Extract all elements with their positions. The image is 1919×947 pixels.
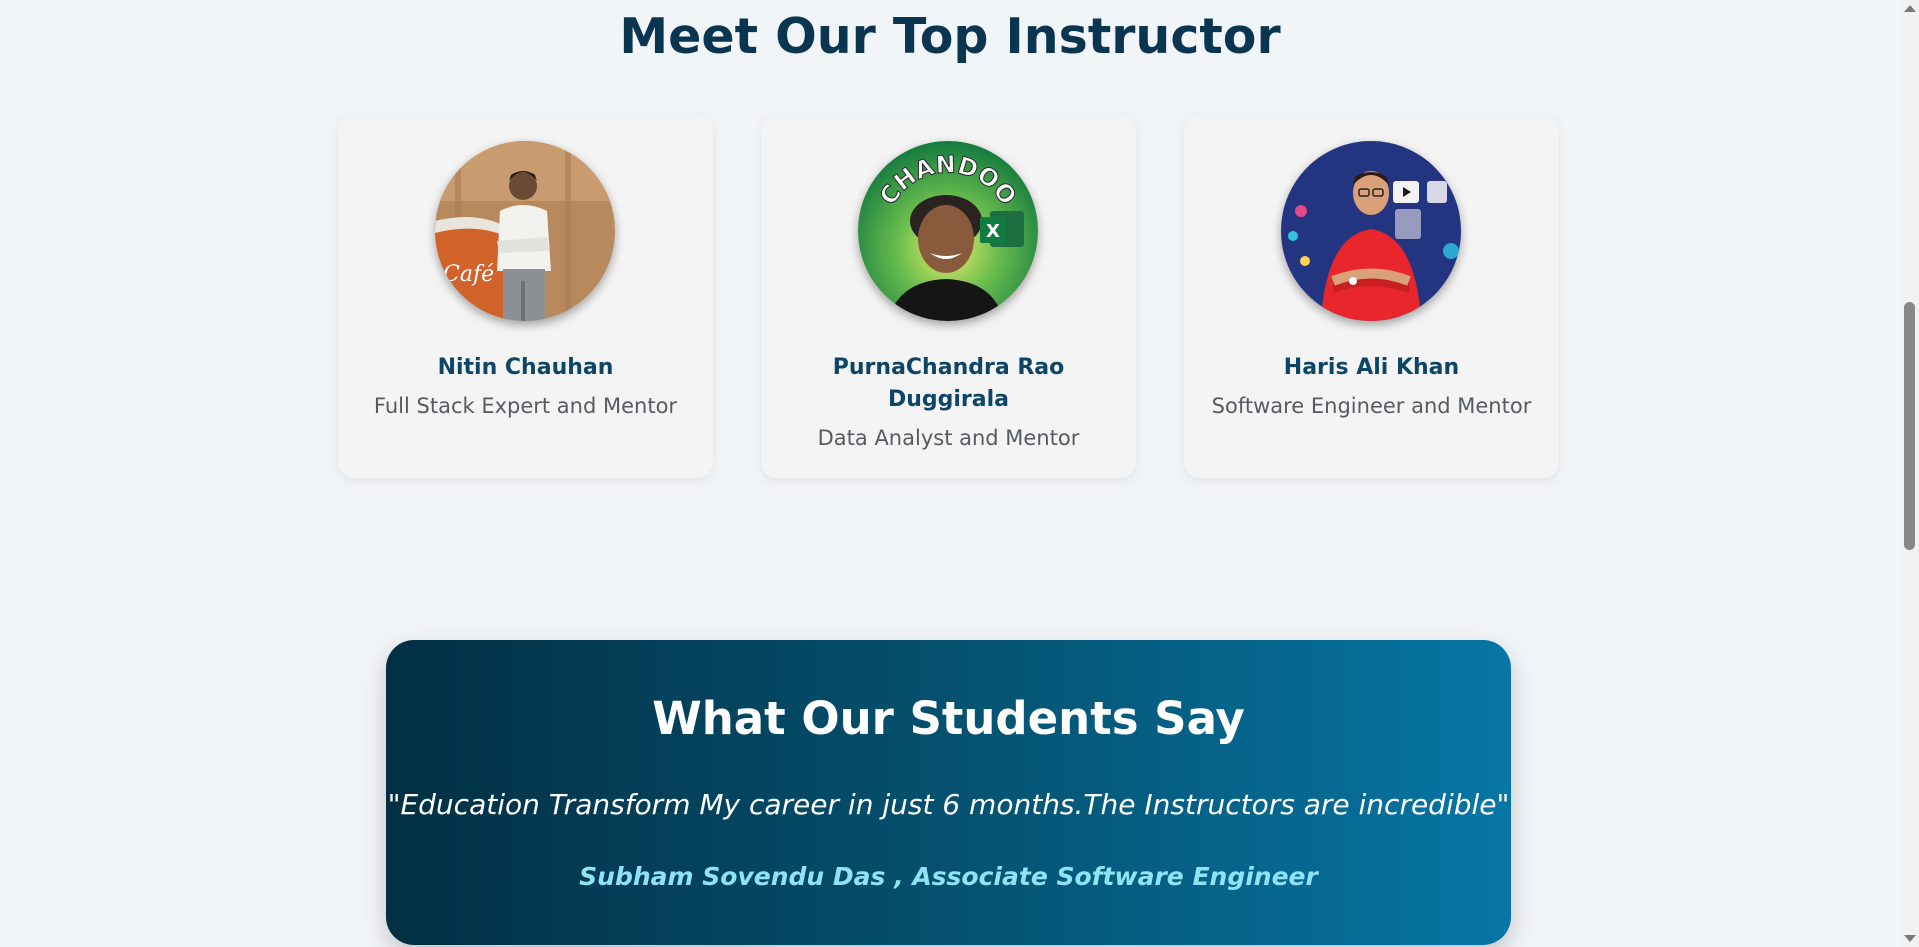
scrollbar-thumb[interactable] <box>1904 302 1915 550</box>
instructor-card: Café Nitin Chauhan Full Stack Expert and… <box>338 115 713 478</box>
testimonial-quote: "Education Transform My career in just 6… <box>387 788 1510 821</box>
svg-text:Café: Café <box>443 262 494 287</box>
instructors-section-title: Meet Our Top Instructor <box>619 8 1281 65</box>
scroll-up-arrow-icon[interactable] <box>1904 5 1916 12</box>
page: Meet Our Top Instructor Café Nitin Chauh… <box>0 0 1900 947</box>
instructor-role: Full Stack Expert and Mentor <box>373 394 678 418</box>
scroll-down-arrow-icon[interactable] <box>1904 935 1916 942</box>
instructor-photo: CHANDOO X <box>858 141 1038 321</box>
instructor-photo: Café <box>435 141 615 321</box>
instructor-role: Software Engineer and Mentor <box>1211 394 1532 418</box>
instructor-role: Data Analyst and Mentor <box>817 426 1080 450</box>
instructor-cards: Café Nitin Chauhan Full Stack Expert and… <box>338 115 1561 478</box>
instructor-name: Haris Ali Khan <box>1283 355 1460 380</box>
vertical-scrollbar[interactable] <box>1900 0 1919 947</box>
instructor-card: Haris Ali Khan Software Engineer and Men… <box>1184 115 1559 478</box>
testimonial-card: What Our Students Say "Education Transfo… <box>386 640 1511 945</box>
instructor-name: PurnaChandra Rao Duggirala <box>832 355 1065 412</box>
instructor-card: CHANDOO X PurnaChandra Rao Duggirala Dat… <box>761 115 1136 478</box>
testimonial-author: Subham Sovendu Das , Associate Software … <box>579 862 1318 891</box>
instructor-photo <box>1281 141 1461 321</box>
instructor-name: Nitin Chauhan <box>437 355 614 380</box>
excel-badge: X <box>986 221 1000 242</box>
testimonial-title: What Our Students Say <box>652 692 1245 745</box>
